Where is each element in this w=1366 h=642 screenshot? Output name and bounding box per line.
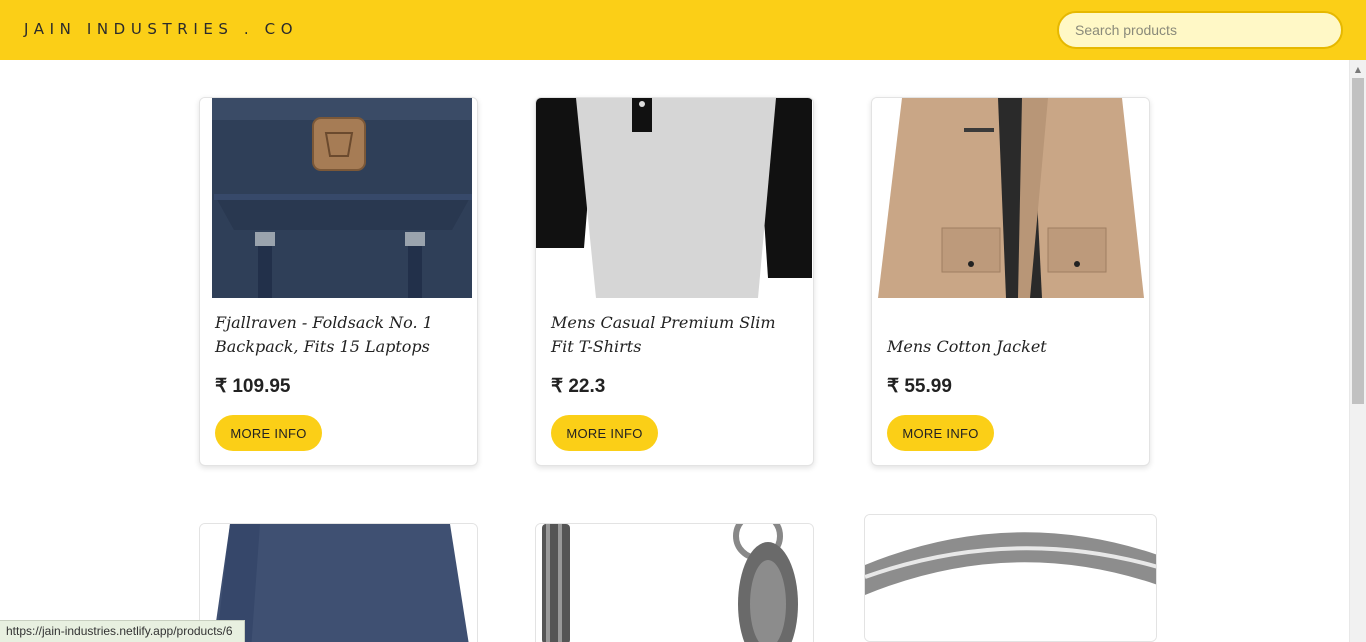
more-info-button[interactable]: MORE INFO [215,415,322,451]
brand-logo[interactable]: JAIN INDUSTRIES . CO [24,20,298,38]
product-title[interactable]: Fjallraven - Foldsack No. 1 Backpack, Fi… [215,311,465,359]
scrollbar[interactable]: ▲ [1349,60,1366,642]
product-card[interactable]: Fjallraven - Foldsack No. 1 Backpack, Fi… [199,97,478,466]
search-input[interactable] [1057,11,1343,49]
ring-image[interactable] [865,515,1157,642]
product-price: ₹ 55.99 [887,376,952,397]
product-card[interactable]: Mens Casual Premium Slim Fit T-Shirts ₹ … [535,97,814,466]
product-card[interactable]: Mens Cotton Jacket ₹ 55.99 MORE INFO [871,97,1150,466]
more-info-button[interactable]: MORE INFO [551,415,658,451]
product-card[interactable] [864,514,1157,642]
scroll-up-icon[interactable]: ▲ [1350,64,1366,76]
tshirt-image[interactable] [536,98,813,298]
product-card[interactable] [535,523,814,642]
product-title[interactable]: Mens Cotton Jacket [887,335,1137,359]
more-info-button[interactable]: MORE INFO [887,415,994,451]
scroll-thumb[interactable] [1352,78,1364,404]
link-status-bar: https://jain-industries.netlify.app/prod… [0,620,245,642]
product-title[interactable]: Mens Casual Premium Slim Fit T-Shirts [551,311,801,359]
product-price: ₹ 109.95 [215,376,291,397]
bracelet-image[interactable] [536,524,814,642]
backpack-image[interactable] [200,98,477,298]
product-price: ₹ 22.3 [551,376,606,397]
jacket-image[interactable] [872,98,1149,298]
top-navbar: JAIN INDUSTRIES . CO [0,0,1366,60]
